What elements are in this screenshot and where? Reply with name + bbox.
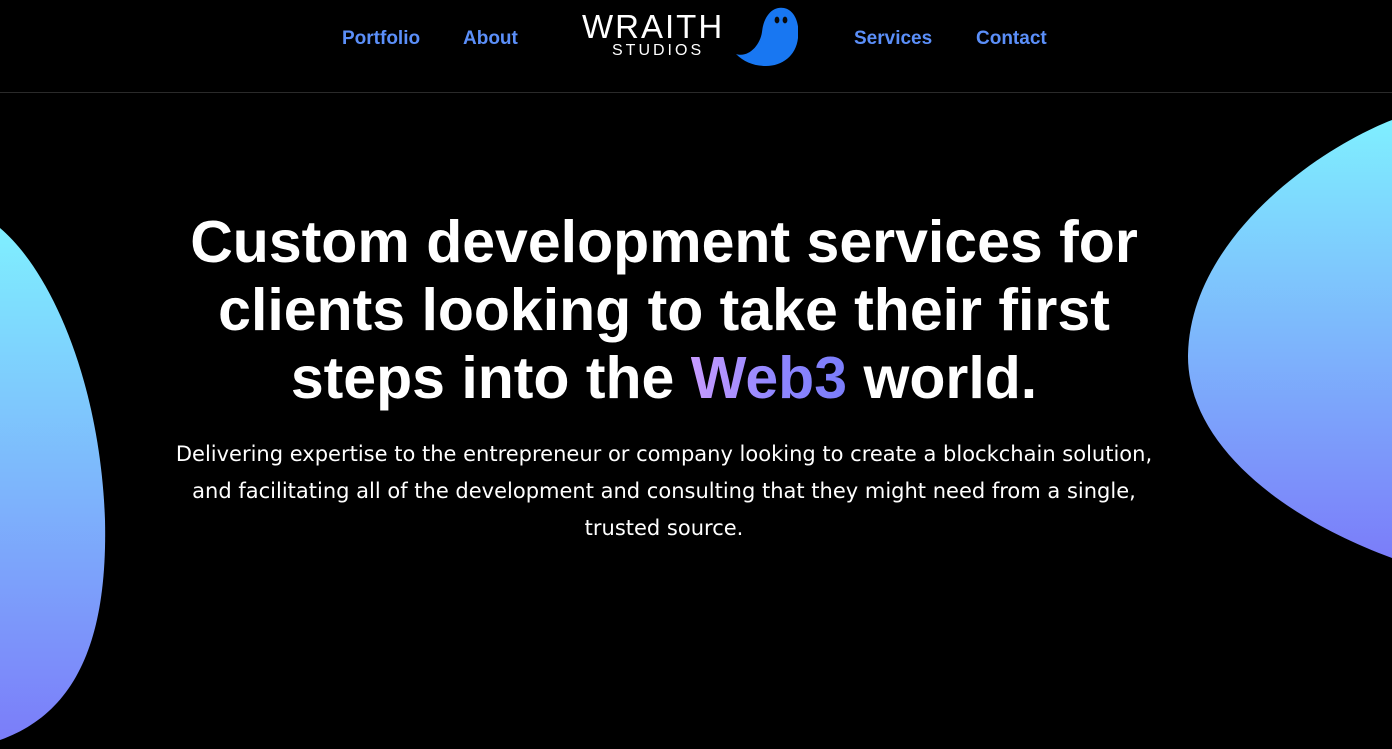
nav-link-about[interactable]: About [463, 28, 518, 50]
decorative-blob-left [0, 228, 106, 740]
logo-subtitle: STUDIOS [612, 42, 705, 59]
hero-heading-end: world. [847, 345, 1038, 411]
nav-link-services[interactable]: Services [854, 28, 932, 50]
site-logo[interactable]: WRAITH STUDIOS [580, 4, 798, 68]
hero-heading: Custom development services for clients … [150, 208, 1178, 412]
page: Portfolio About WRAITH STUDIOS Services … [0, 0, 1392, 749]
decorative-blob-right [1187, 120, 1392, 558]
nav-link-portfolio[interactable]: Portfolio [342, 28, 420, 50]
hero-subtitle: Delivering expertise to the entrepreneur… [175, 442, 1153, 540]
logo-wordmark: WRAITH [582, 8, 725, 45]
hero-section: Custom development services for clients … [150, 208, 1178, 547]
hero-heading-accent: Web3 [690, 345, 848, 411]
ghost-icon [736, 7, 798, 66]
nav-link-contact[interactable]: Contact [976, 28, 1047, 50]
site-header: Portfolio About WRAITH STUDIOS Services … [0, 0, 1392, 93]
